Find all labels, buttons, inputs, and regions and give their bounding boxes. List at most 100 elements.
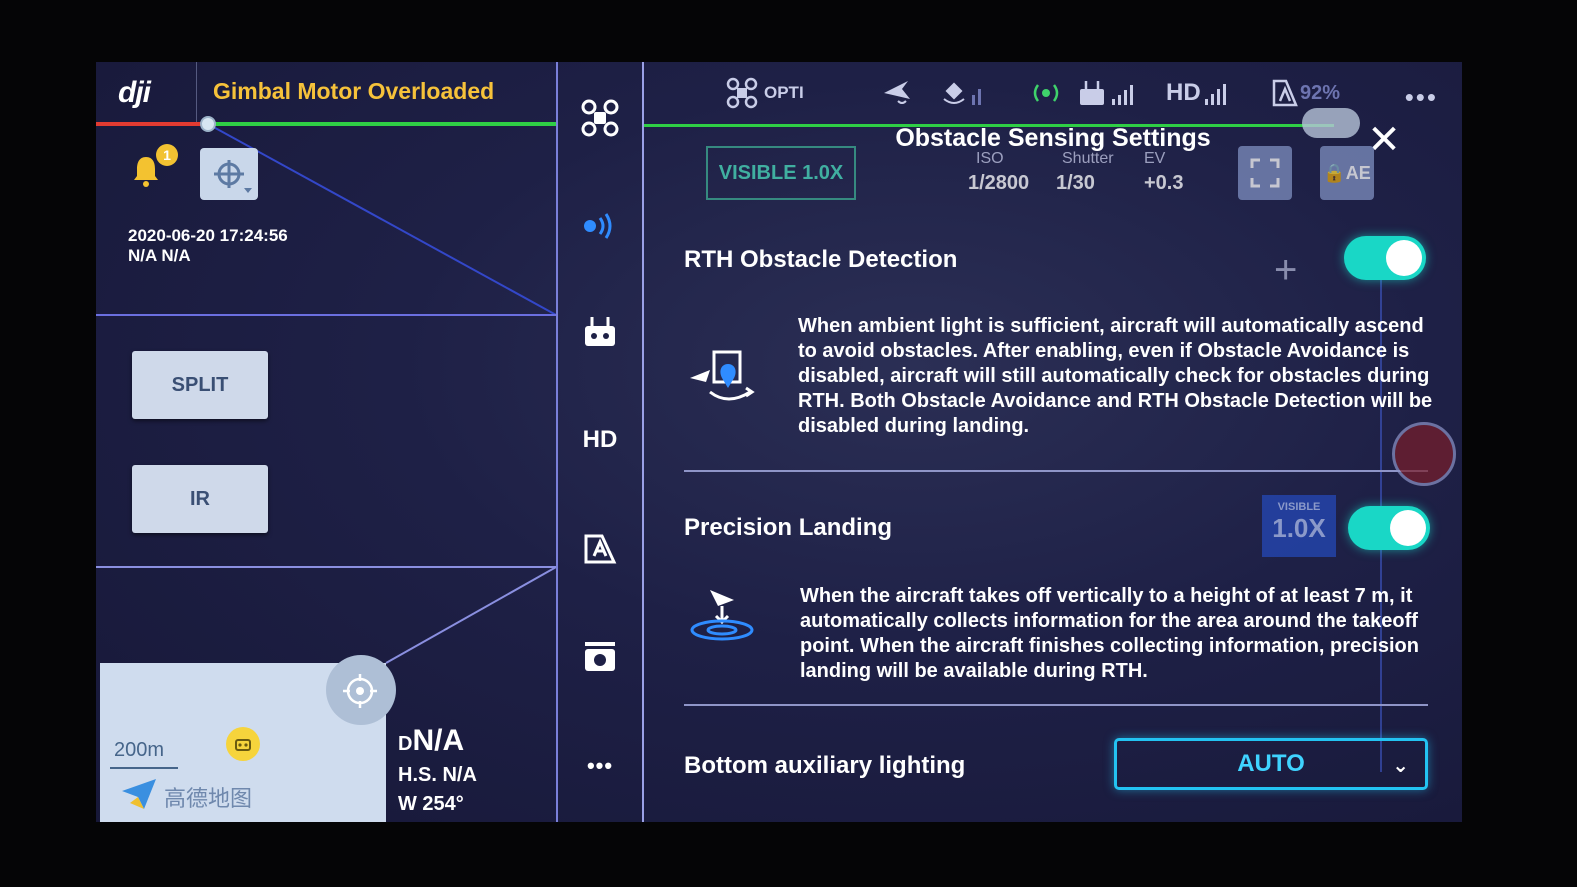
hd-label: HD [1166, 79, 1201, 106]
more-icon: ••• [586, 753, 614, 778]
chevron-down-icon: ⌄ [1392, 755, 1409, 777]
rc-icon [235, 739, 251, 751]
precision-landing-description: When the aircraft takes off vertically t… [800, 585, 1419, 682]
camera-settings-button[interactable] [578, 636, 622, 676]
aircraft-signal-status[interactable] [880, 76, 916, 110]
ghost-shutter-button [1392, 422, 1456, 486]
shutter-value: 1/30 [1056, 172, 1095, 194]
progress-knob[interactable] [200, 116, 216, 132]
shutter-label: Shutter [1062, 150, 1114, 167]
ev-param: EV +0.3 [1144, 150, 1183, 195]
rth-obstacle-detection-title: RTH Obstacle Detection [684, 246, 958, 273]
side-toolbar: HD ••• [556, 62, 644, 822]
distance-value: N/A [412, 724, 465, 757]
rth-obstacle-icon [690, 350, 755, 401]
battery-status[interactable]: 92% [1270, 76, 1340, 110]
ev-label: EV [1144, 150, 1166, 167]
dji-logo: dji [118, 76, 151, 109]
plus-icon: + [1274, 248, 1298, 292]
remote-controller-marker [226, 727, 260, 761]
distance-readout: DN/A [398, 724, 477, 758]
notification-badge: 1 [156, 144, 178, 166]
iso-value: 1/2800 [968, 172, 1030, 194]
precision-landing-icon [690, 590, 754, 641]
radar-icon [584, 213, 612, 239]
ghost-zoom-value: 1.0X [1272, 513, 1326, 543]
gimbal-mode-button[interactable] [200, 148, 258, 200]
ghost-zoom-label: VISIBLE [1277, 501, 1321, 513]
lens-chip[interactable]: VISIBLE 1.0X [706, 146, 856, 200]
toggle-knob [1390, 510, 1426, 546]
minimap[interactable]: 200m 高德地图 [100, 655, 396, 822]
camera-icon [585, 642, 615, 671]
battery-percent: 92% [1300, 81, 1341, 104]
split-button[interactable]: SPLIT [132, 351, 268, 419]
satellite-icon [943, 82, 981, 105]
rc-signal-status[interactable] [1078, 76, 1142, 110]
ev-value: +0.3 [1144, 172, 1184, 194]
horizontal-speed: H.S. N/A [398, 764, 477, 786]
camera-parameters-ghost: VISIBLE 1.0X ISO 1/2800 Shutter 1/30 EV … [644, 146, 1462, 206]
obstacle-sensing-button[interactable] [578, 206, 622, 246]
hd-settings-button[interactable]: HD [578, 420, 622, 460]
telemetry-panel: DN/A H.S. N/A W 254° [398, 724, 477, 816]
divider [96, 314, 558, 316]
precision-landing-toggle[interactable] [1348, 506, 1430, 550]
app-screen: dji Gimbal Motor Overloaded 1 2020-06-20… [96, 62, 1462, 822]
iso-param: ISO 1/2800 [968, 150, 1029, 195]
datetime-display: 2020-06-20 17:24:56 N/A N/A [128, 226, 288, 266]
focus-button[interactable] [1238, 146, 1292, 200]
toggle-knob [1386, 240, 1422, 276]
map-scale-bar [110, 767, 178, 769]
hd-icon: HD [582, 426, 618, 453]
ir-button[interactable]: IR [132, 465, 268, 533]
locate-button[interactable] [326, 655, 396, 725]
map-brand-icon [122, 779, 156, 809]
rc-signal-icon [1080, 81, 1133, 105]
ghost-zoom-chip: VISIBLE 1.0X [1262, 495, 1336, 557]
battery-icon [584, 534, 617, 564]
coords-text: N/A N/A [128, 246, 191, 265]
rc-settings-button[interactable] [578, 312, 622, 352]
distance-prefix: D [398, 733, 413, 755]
divider [684, 470, 1428, 472]
bottom-lighting-value: AUTO [1237, 750, 1305, 777]
rth-obstacle-detection-description: When ambient light is sufficient, aircra… [798, 315, 1433, 437]
divider [96, 566, 558, 568]
flight-mode-status[interactable]: OPTI [726, 76, 804, 110]
heading-readout: W 254° [398, 793, 464, 815]
map-scale-label: 200m [114, 739, 165, 761]
precision-landing-title: Precision Landing [684, 514, 893, 541]
flight-progress-green [208, 122, 558, 126]
battery-settings-button[interactable] [578, 528, 622, 568]
datetime-text: 2020-06-20 17:24:56 [128, 226, 288, 245]
aircraft-icon [726, 77, 758, 109]
shutter-param: Shutter 1/30 [1056, 150, 1114, 195]
iso-label: ISO [976, 150, 1004, 167]
aircraft-signal-icon [884, 81, 910, 104]
camera-view[interactable]: dji Gimbal Motor Overloaded 1 2020-06-20… [96, 62, 558, 822]
warning-message[interactable]: Gimbal Motor Overloaded [213, 78, 494, 105]
bottom-lighting-select[interactable]: AUTO ⌄ [1114, 738, 1428, 790]
vision-icon [1033, 84, 1059, 102]
gps-status[interactable] [940, 76, 990, 110]
vision-status[interactable] [1030, 76, 1062, 110]
divider [196, 62, 197, 124]
bottom-lighting-title: Bottom auxiliary lighting [684, 752, 966, 779]
focus-icon [1250, 158, 1280, 188]
rth-obstacle-detection-toggle[interactable] [1344, 236, 1426, 280]
flight-mode-label: OPTI [764, 83, 804, 102]
crosshair-icon [343, 674, 377, 708]
signal-bars-icon [1204, 84, 1226, 105]
gimbal-icon [214, 160, 252, 193]
battery-icon [1272, 79, 1298, 107]
more-button[interactable]: ••• [578, 746, 622, 786]
status-more-button[interactable]: ••• [1405, 82, 1438, 113]
aircraft-icon [581, 99, 619, 137]
ae-label: AE [1345, 162, 1371, 183]
hd-signal-status[interactable]: HD [1166, 76, 1237, 110]
divider [556, 62, 558, 822]
aircraft-settings-button[interactable] [578, 98, 622, 138]
map-brand-text: 高德地图 [164, 786, 253, 811]
ae-lock-button[interactable]: 🔒 AE [1320, 146, 1374, 200]
